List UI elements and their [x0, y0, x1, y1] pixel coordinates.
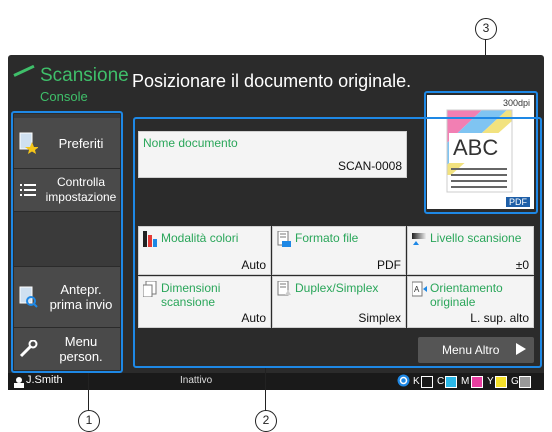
instruction-message: Posizionare il documento originale.	[132, 71, 412, 91]
ink-level-k	[421, 376, 433, 388]
callout-2-line	[265, 368, 266, 412]
user-icon	[14, 375, 24, 393]
ink-level-g	[519, 376, 531, 388]
ink-label-y: Y	[487, 376, 494, 387]
callout-1-line	[88, 373, 89, 412]
callout-3-box	[424, 91, 538, 214]
ink-level-y	[495, 376, 507, 388]
app-subtitle: Console	[40, 89, 88, 104]
app-title: Scansione	[40, 65, 129, 86]
user-name[interactable]: J.Smith	[26, 374, 63, 386]
machine-status: Inattivo	[180, 375, 213, 386]
callout-1-box	[11, 111, 123, 373]
ink-label-m: M	[461, 376, 470, 387]
ink-label-g: G	[511, 376, 519, 387]
callout-3: 3	[475, 18, 497, 40]
ink-level-c	[445, 376, 457, 388]
ink-level-m	[471, 376, 483, 388]
ink-refresh-icon	[397, 374, 410, 392]
ink-label-c: C	[437, 376, 445, 387]
ink-label-k: K	[413, 376, 420, 387]
